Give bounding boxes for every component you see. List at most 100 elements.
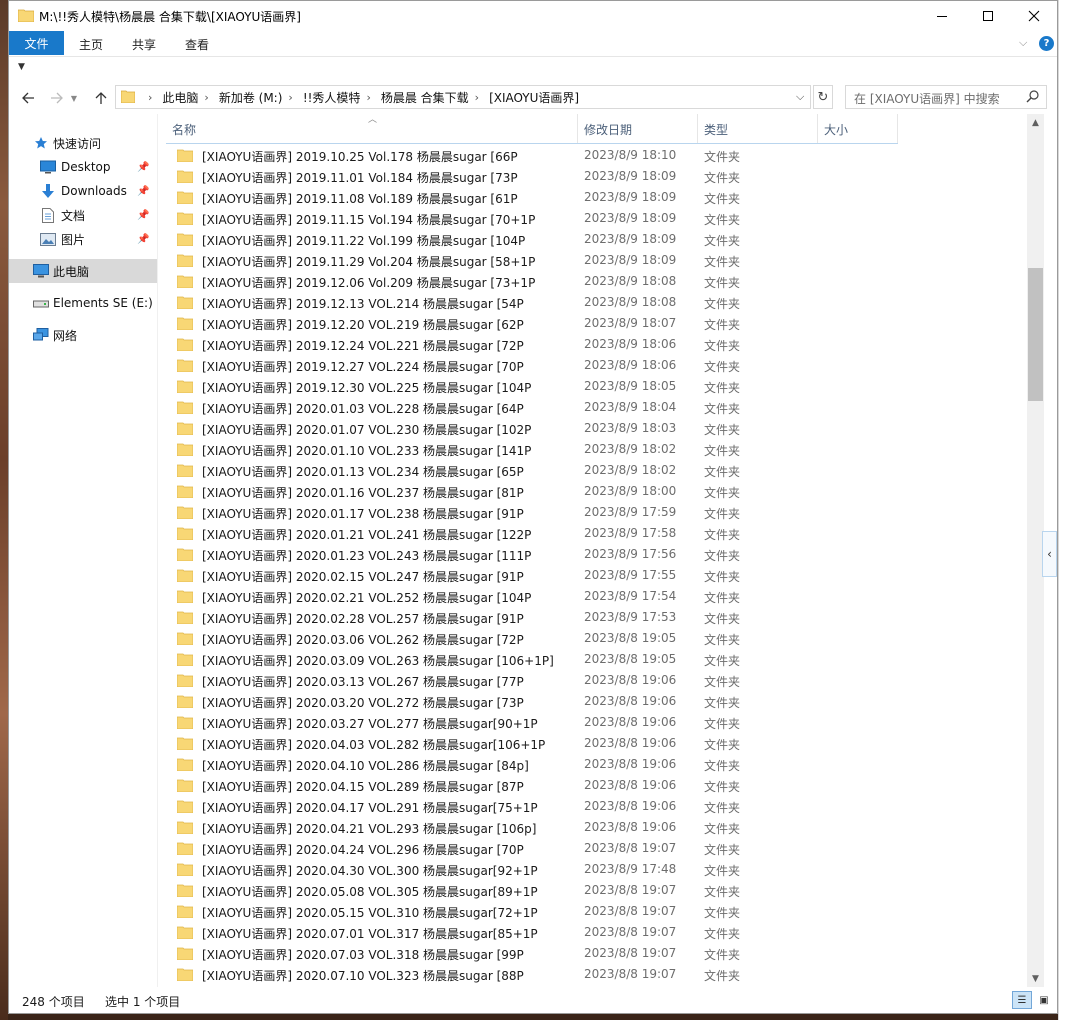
sidebar-item-elements-drive[interactable]: Elements SE (E:): [9, 291, 157, 315]
table-row[interactable]: [XIAOYU语画界] 2020.05.08 VOL.305 杨晨晨sugar[…: [166, 880, 898, 901]
column-header-date[interactable]: 修改日期: [578, 114, 698, 144]
file-name[interactable]: [XIAOYU语画界] 2019.12.27 VOL.224 杨晨晨sugar …: [202, 358, 524, 375]
chevron-right-icon[interactable]: ›: [148, 91, 152, 104]
file-name[interactable]: [XIAOYU语画界] 2020.02.28 VOL.257 杨晨晨sugar …: [202, 610, 524, 627]
breadcrumb-models[interactable]: !!秀人模特: [303, 89, 361, 106]
file-name[interactable]: [XIAOYU语画界] 2019.11.08 Vol.189 杨晨晨sugar …: [202, 190, 518, 207]
table-row[interactable]: [XIAOYU语画界] 2020.04.21 VOL.293 杨晨晨sugar …: [166, 817, 898, 838]
table-row[interactable]: [XIAOYU语画界] 2020.03.27 VOL.277 杨晨晨sugar[…: [166, 712, 898, 733]
file-name[interactable]: [XIAOYU语画界] 2020.01.07 VOL.230 杨晨晨sugar …: [202, 421, 531, 438]
file-name[interactable]: [XIAOYU语画界] 2020.01.16 VOL.237 杨晨晨sugar …: [202, 484, 524, 501]
file-name[interactable]: [XIAOYU语画界] 2020.04.03 VOL.282 杨晨晨sugar[…: [202, 736, 545, 753]
file-name[interactable]: [XIAOYU语画界] 2019.12.20 VOL.219 杨晨晨sugar …: [202, 316, 524, 333]
breadcrumb-collection[interactable]: 杨晨晨 合集下载: [381, 89, 469, 106]
minimize-button[interactable]: [919, 1, 965, 31]
chevron-right-icon[interactable]: ›: [366, 91, 370, 104]
file-name[interactable]: [XIAOYU语画界] 2020.04.17 VOL.291 杨晨晨sugar[…: [202, 799, 538, 816]
table-row[interactable]: [XIAOYU语画界] 2020.04.17 VOL.291 杨晨晨sugar[…: [166, 796, 898, 817]
table-row[interactable]: [XIAOYU语画界] 2020.01.10 VOL.233 杨晨晨sugar …: [166, 439, 898, 460]
sidebar-item-downloads[interactable]: Downloads 📌: [9, 179, 157, 203]
ribbon-expand-chevron-icon[interactable]: ⌵: [1019, 36, 1027, 50]
column-header-size[interactable]: 大小: [818, 114, 898, 144]
close-button[interactable]: [1011, 1, 1057, 31]
table-row[interactable]: [XIAOYU语画界] 2020.01.21 VOL.241 杨晨晨sugar …: [166, 523, 898, 544]
table-row[interactable]: [XIAOYU语画界] 2019.11.01 Vol.184 杨晨晨sugar …: [166, 166, 898, 187]
table-row[interactable]: [XIAOYU语画界] 2020.01.13 VOL.234 杨晨晨sugar …: [166, 460, 898, 481]
table-row[interactable]: [XIAOYU语画界] 2019.11.22 Vol.199 杨晨晨sugar …: [166, 229, 898, 250]
sidebar-item-documents[interactable]: 文档 📌: [9, 203, 157, 227]
sidebar-item-desktop[interactable]: Desktop 📌: [9, 155, 157, 179]
chevron-right-icon[interactable]: ›: [288, 91, 292, 104]
table-row[interactable]: [XIAOYU语画界] 2020.01.16 VOL.237 杨晨晨sugar …: [166, 481, 898, 502]
table-row[interactable]: [XIAOYU语画界] 2019.11.29 Vol.204 杨晨晨sugar …: [166, 250, 898, 271]
file-name[interactable]: [XIAOYU语画界] 2020.04.30 VOL.300 杨晨晨sugar[…: [202, 862, 538, 879]
table-row[interactable]: [XIAOYU语画界] 2019.11.08 Vol.189 杨晨晨sugar …: [166, 187, 898, 208]
customize-toolbar-icon[interactable]: ▼: [18, 62, 25, 72]
file-name[interactable]: [XIAOYU语画界] 2020.03.20 VOL.272 杨晨晨sugar …: [202, 694, 524, 711]
help-icon[interactable]: ?: [1039, 36, 1054, 51]
file-name[interactable]: [XIAOYU语画界] 2020.01.23 VOL.243 杨晨晨sugar …: [202, 547, 531, 564]
file-name[interactable]: [XIAOYU语画界] 2019.12.30 VOL.225 杨晨晨sugar …: [202, 379, 531, 396]
forward-button[interactable]: [47, 88, 67, 108]
file-name[interactable]: [XIAOYU语画界] 2020.01.10 VOL.233 杨晨晨sugar …: [202, 442, 531, 459]
file-name[interactable]: [XIAOYU语画界] 2020.01.17 VOL.238 杨晨晨sugar …: [202, 505, 524, 522]
table-row[interactable]: [XIAOYU语画界] 2020.01.17 VOL.238 杨晨晨sugar …: [166, 502, 898, 523]
file-name[interactable]: [XIAOYU语画界] 2020.01.21 VOL.241 杨晨晨sugar …: [202, 526, 531, 543]
file-name[interactable]: [XIAOYU语画界] 2020.03.06 VOL.262 杨晨晨sugar …: [202, 631, 524, 648]
title-bar[interactable]: M:\!!秀人模特\杨晨晨 合集下载\[XIAOYU语画界]: [9, 1, 1057, 31]
file-name[interactable]: [XIAOYU语画界] 2019.12.13 VOL.214 杨晨晨sugar …: [202, 295, 524, 312]
file-name[interactable]: [XIAOYU语画界] 2020.04.10 VOL.286 杨晨晨sugar …: [202, 757, 529, 774]
file-name[interactable]: [XIAOYU语画界] 2019.10.25 Vol.178 杨晨晨sugar …: [202, 148, 518, 165]
tab-home[interactable]: 主页: [66, 33, 116, 55]
table-row[interactable]: [XIAOYU语画界] 2019.12.27 VOL.224 杨晨晨sugar …: [166, 355, 898, 376]
address-bar[interactable]: › 此电脑 › 新加卷 (M:) › !!秀人模特 › 杨晨晨 合集下载 › […: [115, 85, 811, 109]
breadcrumb-drive-m[interactable]: 新加卷 (M:): [219, 89, 283, 106]
file-name[interactable]: [XIAOYU语画界] 2020.04.21 VOL.293 杨晨晨sugar …: [202, 820, 536, 837]
recent-locations-button[interactable]: ▼: [69, 88, 79, 108]
file-name[interactable]: [XIAOYU语画界] 2019.12.06 Vol.209 杨晨晨sugar …: [202, 274, 535, 291]
sidebar-item-pictures[interactable]: 图片 📌: [9, 227, 157, 251]
file-name[interactable]: [XIAOYU语画界] 2020.04.15 VOL.289 杨晨晨sugar …: [202, 778, 524, 795]
file-name[interactable]: [XIAOYU语画界] 2020.02.21 VOL.252 杨晨晨sugar …: [202, 589, 531, 606]
table-row[interactable]: [XIAOYU语画界] 2020.01.23 VOL.243 杨晨晨sugar …: [166, 544, 898, 565]
pin-icon[interactable]: 📌: [137, 162, 149, 173]
file-name[interactable]: [XIAOYU语画界] 2020.07.01 VOL.317 杨晨晨sugar[…: [202, 925, 538, 942]
address-dropdown-chevron-down-icon[interactable]: ⌵: [796, 90, 804, 104]
table-row[interactable]: [XIAOYU语画界] 2020.05.15 VOL.310 杨晨晨sugar[…: [166, 901, 898, 922]
file-name[interactable]: [XIAOYU语画界] 2020.02.15 VOL.247 杨晨晨sugar …: [202, 568, 524, 585]
chevron-right-icon[interactable]: ›: [204, 91, 208, 104]
table-row[interactable]: [XIAOYU语画界] 2020.03.09 VOL.263 杨晨晨sugar …: [166, 649, 898, 670]
table-row[interactable]: [XIAOYU语画界] 2020.02.15 VOL.247 杨晨晨sugar …: [166, 565, 898, 586]
table-row[interactable]: [XIAOYU语画界] 2019.12.24 VOL.221 杨晨晨sugar …: [166, 334, 898, 355]
up-button[interactable]: [91, 88, 111, 108]
pin-icon[interactable]: 📌: [137, 186, 149, 197]
chevron-right-icon[interactable]: ›: [475, 91, 479, 104]
scroll-up-button[interactable]: ▲: [1027, 114, 1044, 131]
breadcrumb-this-pc[interactable]: 此电脑: [162, 89, 198, 106]
table-row[interactable]: [XIAOYU语画界] 2020.07.03 VOL.318 杨晨晨sugar …: [166, 943, 898, 964]
table-row[interactable]: [XIAOYU语画界] 2019.12.13 VOL.214 杨晨晨sugar …: [166, 292, 898, 313]
pin-icon[interactable]: 📌: [137, 234, 149, 245]
back-button[interactable]: [18, 88, 38, 108]
file-name[interactable]: [XIAOYU语画界] 2019.11.15 Vol.194 杨晨晨sugar …: [202, 211, 535, 228]
tab-file[interactable]: 文件: [9, 31, 64, 55]
large-icons-view-button[interactable]: ▣: [1035, 991, 1053, 1009]
file-name[interactable]: [XIAOYU语画界] 2019.12.24 VOL.221 杨晨晨sugar …: [202, 337, 524, 354]
table-row[interactable]: [XIAOYU语画界] 2020.01.07 VOL.230 杨晨晨sugar …: [166, 418, 898, 439]
table-row[interactable]: [XIAOYU语画界] 2019.10.25 Vol.178 杨晨晨sugar …: [166, 145, 898, 166]
table-row[interactable]: [XIAOYU语画界] 2020.02.21 VOL.252 杨晨晨sugar …: [166, 586, 898, 607]
breadcrumb-current-folder[interactable]: [XIAOYU语画界]: [489, 89, 579, 106]
pin-icon[interactable]: 📌: [137, 210, 149, 221]
table-row[interactable]: [XIAOYU语画界] 2020.04.30 VOL.300 杨晨晨sugar[…: [166, 859, 898, 880]
table-row[interactable]: [XIAOYU语画界] 2019.11.15 Vol.194 杨晨晨sugar …: [166, 208, 898, 229]
file-name[interactable]: [XIAOYU语画界] 2020.05.15 VOL.310 杨晨晨sugar[…: [202, 904, 538, 921]
column-header-name[interactable]: 名称: [166, 114, 578, 144]
file-name[interactable]: [XIAOYU语画界] 2020.03.13 VOL.267 杨晨晨sugar …: [202, 673, 524, 690]
table-row[interactable]: [XIAOYU语画界] 2020.01.03 VOL.228 杨晨晨sugar …: [166, 397, 898, 418]
file-name[interactable]: [XIAOYU语画界] 2020.05.08 VOL.305 杨晨晨sugar[…: [202, 883, 538, 900]
tab-share[interactable]: 共享: [119, 33, 169, 55]
file-name[interactable]: [XIAOYU语画界] 2020.04.24 VOL.296 杨晨晨sugar …: [202, 841, 524, 858]
file-name[interactable]: [XIAOYU语画界] 2020.03.27 VOL.277 杨晨晨sugar[…: [202, 715, 538, 732]
sidebar-item-quick-access[interactable]: 快速访问: [9, 131, 157, 155]
table-row[interactable]: [XIAOYU语画界] 2020.03.06 VOL.262 杨晨晨sugar …: [166, 628, 898, 649]
